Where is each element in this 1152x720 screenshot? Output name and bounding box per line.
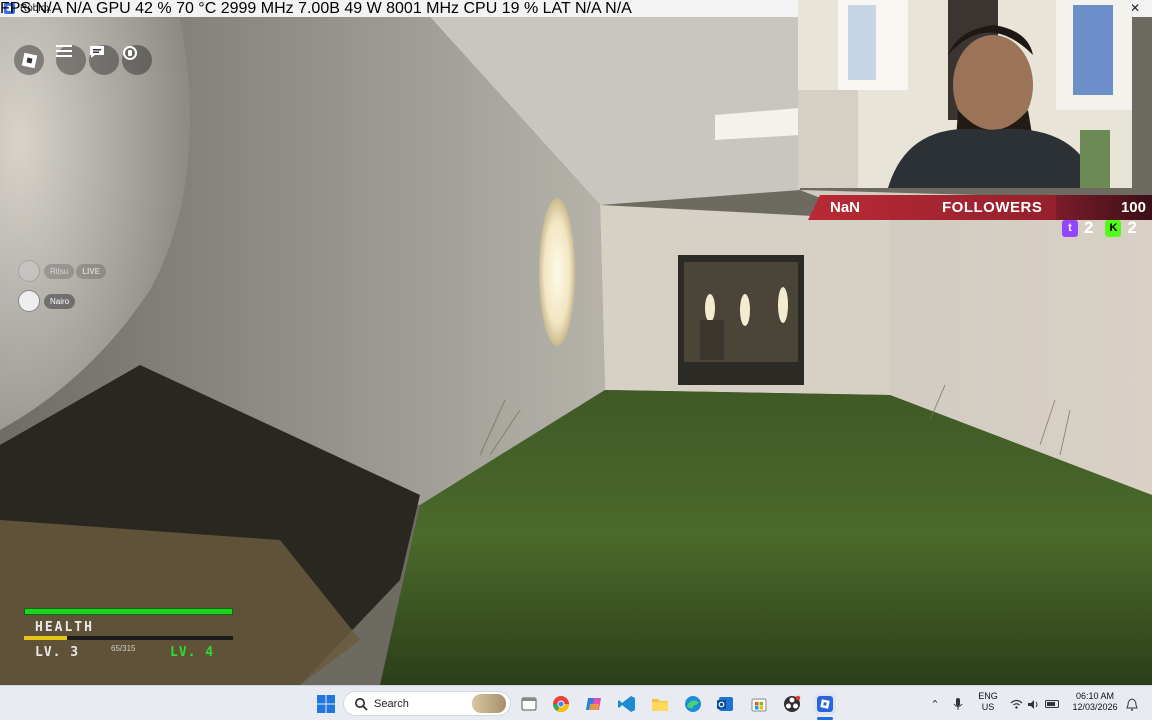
followers-label: FOLLOWERS bbox=[942, 199, 1043, 216]
copilot-icon bbox=[586, 698, 601, 710]
language-line2: US bbox=[981, 702, 995, 712]
kick-icon: K bbox=[1105, 219, 1122, 237]
edge-button[interactable] bbox=[682, 693, 704, 715]
health-label: HEALTH bbox=[35, 620, 94, 635]
health-hud: HEALTH LV. 3 65/315 LV. 4 bbox=[24, 608, 236, 664]
search-icon bbox=[355, 697, 368, 711]
roblox-icon bbox=[817, 696, 833, 712]
store-icon bbox=[751, 698, 767, 712]
clock-date: 12/03/2026 bbox=[1072, 702, 1118, 712]
twitch-icon: t bbox=[1062, 219, 1078, 237]
microphone-icon[interactable] bbox=[951, 697, 965, 711]
microsoft-store-button[interactable] bbox=[748, 693, 770, 715]
clock[interactable]: 06:10 AM 12/03/2026 bbox=[1070, 691, 1120, 713]
windows-logo-icon bbox=[317, 695, 335, 713]
headset-icon bbox=[123, 46, 137, 60]
player-name: Nairo bbox=[44, 293, 76, 309]
wifi-icon[interactable] bbox=[1009, 697, 1023, 711]
notification-bell-icon[interactable] bbox=[1125, 697, 1139, 711]
language-indicator[interactable]: ENG US bbox=[978, 691, 998, 713]
current-level: LV. 3 bbox=[35, 645, 80, 660]
taskbar: Search ⌃ ENG US 06:10 AM 12/03/2026 bbox=[0, 685, 1152, 720]
taskbar-search[interactable]: Search bbox=[343, 691, 511, 716]
copilot-button[interactable] bbox=[583, 693, 605, 715]
task-view-button[interactable] bbox=[518, 693, 540, 715]
twitch-count: 2 bbox=[1084, 218, 1094, 237]
roblox-menu-button[interactable] bbox=[14, 45, 44, 75]
language-line1: ENG bbox=[978, 691, 998, 701]
vscode-button[interactable] bbox=[616, 693, 638, 715]
avatar bbox=[18, 260, 40, 282]
battery-icon[interactable] bbox=[1045, 697, 1059, 711]
kick-count: 2 bbox=[1127, 218, 1137, 237]
webcam-overlay bbox=[798, 0, 1132, 188]
outlook-icon bbox=[717, 697, 733, 711]
chevron-up-icon[interactable]: ⌃ bbox=[928, 697, 942, 711]
followers-latest-name: NaN bbox=[830, 199, 861, 216]
task-view-icon bbox=[521, 697, 537, 711]
hamburger-menu-button[interactable] bbox=[56, 45, 86, 75]
chat-button[interactable] bbox=[89, 45, 119, 75]
file-explorer-button[interactable] bbox=[649, 693, 671, 715]
roblox-logo-icon bbox=[21, 52, 37, 68]
player-row[interactable]: Nairo bbox=[18, 290, 106, 312]
volume-icon[interactable] bbox=[1026, 697, 1040, 711]
voice-chat-button[interactable] bbox=[122, 45, 152, 75]
player-name: Ritsu bbox=[44, 263, 75, 279]
next-level: LV. 4 bbox=[170, 645, 215, 660]
vscode-icon bbox=[618, 696, 635, 712]
live-badge: LIVE bbox=[76, 263, 107, 279]
edge-icon bbox=[685, 696, 701, 712]
roblox-taskbar-button[interactable] bbox=[814, 693, 836, 715]
screen: Roblox ✕ FPS N/A N/A GPU 42 % 70 °C 2999… bbox=[0, 0, 1152, 720]
clock-time: 06:10 AM bbox=[1075, 691, 1115, 701]
search-placeholder: Search bbox=[374, 697, 409, 710]
outlook-button[interactable] bbox=[715, 693, 737, 715]
player-list: Ritsu LIVE Nairo bbox=[18, 260, 107, 320]
folder-icon bbox=[652, 699, 668, 711]
search-highlight-image bbox=[472, 694, 506, 713]
xp-bar-fill bbox=[24, 636, 68, 640]
performance-stats: FPS N/A N/A GPU 42 % 70 °C 2999 MHz 7.00… bbox=[0, 0, 632, 17]
chat-icon bbox=[90, 46, 104, 58]
xp-text: 65/315 bbox=[111, 644, 136, 653]
player-row[interactable]: Ritsu LIVE bbox=[18, 260, 107, 282]
obs-icon bbox=[784, 695, 801, 712]
platform-counts: t 2 K 2 bbox=[1062, 217, 1137, 239]
followers-count: 100 bbox=[1120, 199, 1146, 216]
hamburger-icon bbox=[56, 45, 72, 57]
obs-button[interactable] bbox=[781, 693, 803, 715]
chrome-button[interactable] bbox=[550, 693, 572, 715]
xp-bar bbox=[24, 636, 233, 640]
chrome-icon bbox=[552, 696, 570, 713]
webcam-image bbox=[798, 0, 1132, 188]
windows-start-button[interactable] bbox=[315, 693, 337, 715]
health-bar bbox=[24, 608, 233, 615]
avatar bbox=[18, 290, 40, 312]
